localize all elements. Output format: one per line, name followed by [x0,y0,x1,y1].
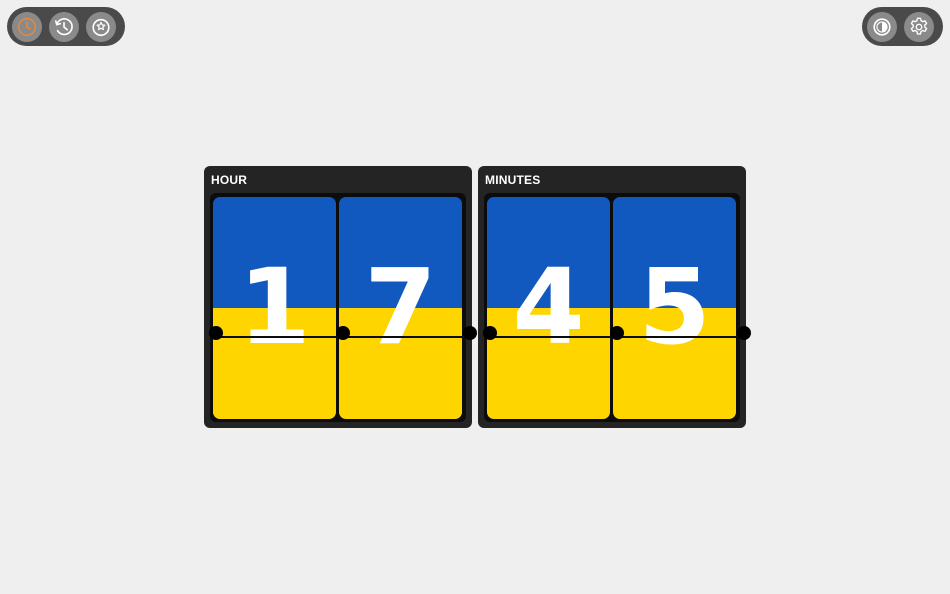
hour-ones-digit: 7 [364,246,437,368]
stopwatch-mode-button[interactable] [86,11,116,42]
hour-label: HOUR [211,173,248,187]
hour-tens-digit: 1 [238,246,311,368]
settings-button[interactable] [904,11,934,42]
mode-toolbar [7,7,125,46]
card-split-line [339,336,462,338]
settings-toolbar [862,7,943,46]
hinge-dot [336,326,350,340]
clock-icon [18,17,36,36]
hour-ones-card: 7 [339,197,462,419]
minutes-ones-digit: 5 [638,246,711,368]
contrast-icon [873,17,891,36]
minutes-digits: 4 5 [483,193,751,422]
hour-tens-card: 1 [213,197,336,419]
timer-mode-button[interactable] [49,11,79,42]
card-split-line [213,336,336,338]
minutes-ones-card: 5 [613,197,736,419]
card-split-line [613,336,736,338]
hinge-dot [737,326,751,340]
hour-panel: HOUR 1 7 [204,166,477,428]
minutes-tens-digit: 4 [512,246,585,368]
history-clock-icon [54,17,73,35]
card-split-line [487,336,610,338]
hour-digits: 1 7 [209,193,477,422]
hinge-dot [209,326,223,340]
hinge-dot [610,326,624,340]
theme-button[interactable] [867,11,897,42]
minutes-panel: MINUTES 4 5 [478,166,751,428]
stopwatch-icon [92,18,110,36]
clock-mode-button[interactable] [12,11,42,42]
minutes-tens-card: 4 [487,197,610,419]
hinge-dot [463,326,477,340]
minutes-label: MINUTES [485,173,541,187]
gear-icon [910,17,928,35]
hinge-dot [483,326,497,340]
